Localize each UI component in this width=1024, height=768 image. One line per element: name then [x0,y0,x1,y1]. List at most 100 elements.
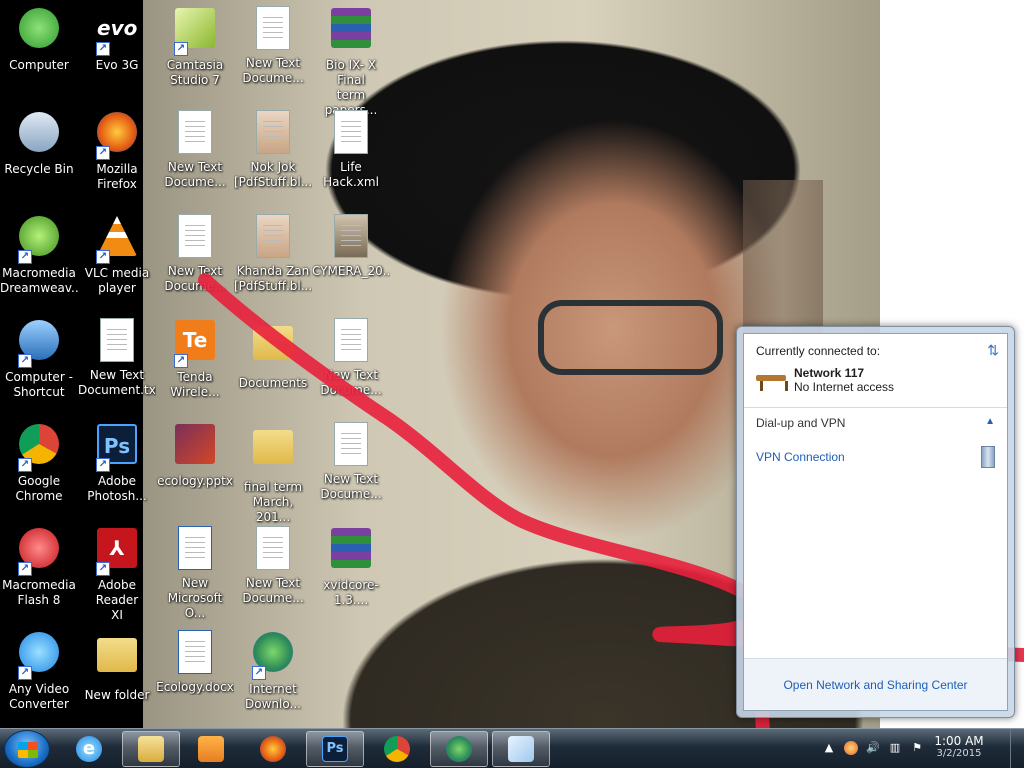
desktop-icon-label: Bio IX- X Final term papers... [325,58,378,117]
desktop-icon[interactable]: ⅄ ↗ Adobe Reader XI [78,526,156,623]
pdf-icon [250,214,296,260]
text-document-icon [250,526,296,572]
desktop-icon[interactable]: evo ↗ Evo 3G [78,6,156,73]
desktop-icon[interactable]: New Text Docume... [156,110,234,190]
taskbar-internet-download-manager[interactable] [430,731,488,767]
start-button[interactable] [4,730,50,768]
desktop-icon[interactable]: ↗ Macromedia Flash 8 [0,526,78,608]
network-flyout: Currently connected to: ⇅ Network 117 No… [736,326,1015,718]
vpn-connection-link[interactable]: VPN Connection [756,450,845,464]
desktop-icon-label: Nok Jok [PdfStuff.bl... [234,160,312,189]
folder-icon [250,326,296,372]
desktop-icon[interactable]: New folder [78,630,156,703]
taskbar-photoshop[interactable]: Ps [306,731,364,767]
show-hidden-icons-icon[interactable]: ▲ [822,741,836,755]
taskbar-notepad[interactable] [492,731,550,767]
desktop-icon-label: Macromedia Flash 8 [2,578,76,607]
desktop-icon[interactable]: ↗ Internet Downlo... [234,630,312,712]
winrar-archive-icon [328,8,374,54]
desktop-icon-label: Google Chrome [15,474,63,503]
taskbar-chrome[interactable] [368,731,426,767]
desktop-icon-label: Macromedia Dreamweav... [0,266,78,295]
shortcut-arrow-icon: ↗ [18,458,32,472]
taskbar-media-player[interactable] [182,731,240,767]
action-center-flag-icon[interactable]: ⚑ [910,741,924,755]
taskbar-clock[interactable]: 1:00 AM 3/2/2015 [924,734,994,759]
desktop-icon[interactable]: Bio IX- X Final term papers... [312,6,390,118]
taskbar: e Ps ▲ 🔊 ▥ ⚑ 1:00 AM 3/2/2015 [0,728,1024,768]
desktop-icon-label: Computer - Shortcut [5,370,73,399]
desktop-icon[interactable]: ↗ Any Video Converter [0,630,78,712]
desktop-icon[interactable]: New Text Document.txt [78,318,156,398]
desktop-icon-label: New folder [84,688,150,702]
desktop-icon[interactable]: New Text Docume... [234,6,312,86]
shortcut-arrow-icon: ↗ [96,250,110,264]
public-network-bench-icon [756,369,788,391]
vpn-server-icon [981,446,995,468]
shortcut-arrow-icon: ↗ [174,42,188,56]
text-document-icon [94,318,140,364]
network-flyout-panel: Currently connected to: ⇅ Network 117 No… [743,333,1008,711]
desktop-icon-label: Evo 3G [95,58,139,72]
desktop-icon-label: VLC media player [84,266,150,295]
shortcut-arrow-icon: ↗ [18,250,32,264]
internet-explorer-icon: e [76,736,102,762]
vpn-connection-item[interactable]: VPN Connection [756,446,995,468]
dialup-header[interactable]: Dial-up and VPN ▲ [756,416,995,430]
desktop-icon-label: Camtasia Studio 7 [166,58,224,87]
chevron-up-icon[interactable]: ▲ [985,416,995,430]
desktop-icon-label: Computer [9,58,69,72]
desktop-icon[interactable]: xvidcore-1.3.... [312,526,390,608]
desktop-icon[interactable]: final term March, 201... [234,422,312,525]
tray-app-icon[interactable] [844,741,858,755]
taskbar-firefox[interactable] [244,731,302,767]
connected-heading: Currently connected to: [756,344,881,358]
desktop-icon[interactable]: New Text Docume... [156,214,234,294]
chrome-icon: ↗ [16,424,62,472]
desktop-icon[interactable]: CYMERA_20... [312,214,390,279]
network-entry[interactable]: Network 117 No Internet access [756,366,995,394]
network-icon[interactable]: ▥ [888,741,902,755]
desktop-icon[interactable]: ↗ Camtasia Studio 7 [156,6,234,88]
text-document-icon [328,422,374,468]
desktop-icon[interactable]: Documents [234,318,312,391]
desktop-icon[interactable]: New Text Docume... [312,422,390,502]
desktop-icon[interactable]: Life Hack.xml [312,110,390,190]
desktop-icon[interactable]: Khanda Zan [PdfStuff.bl... [234,214,312,294]
photoshop-icon: Ps ↗ [94,424,140,472]
desktop-icon[interactable]: New Microsoft O... [156,526,234,621]
desktop-icon[interactable]: ↗ Computer - Shortcut [0,318,78,400]
desktop-icon[interactable]: New Text Docume... [234,526,312,606]
taskbar-internet-explorer[interactable]: e [60,731,118,767]
taskbar-windows-explorer[interactable] [122,731,180,767]
show-desktop-button[interactable] [1010,729,1024,768]
flash-icon: ↗ [16,528,62,576]
windows-explorer-icon [138,736,164,762]
desktop-icon[interactable]: New Text Docume... [312,318,390,398]
volume-icon[interactable]: 🔊 [866,741,880,755]
network-status: No Internet access [794,380,895,394]
desktop-icon[interactable]: ↗ VLC media player [78,214,156,296]
desktop-icon[interactable]: ecology.pptx [156,422,234,489]
vlc-icon: ↗ [94,216,140,264]
desktop-icon[interactable]: Ps ↗ Adobe Photosh... [78,422,156,504]
chrome-icon [384,736,410,762]
xml-icon [328,110,374,156]
desktop-icon[interactable]: Computer [0,6,78,73]
desktop-icon[interactable]: Recycle Bin [0,110,78,177]
open-network-sharing-center-link[interactable]: Open Network and Sharing Center [783,678,967,692]
flyout-footer: Open Network and Sharing Center [744,658,1007,710]
desktop-icon-label: Any Video Converter [8,682,70,711]
desktop-icon[interactable]: Ecology.docx [156,630,234,695]
refresh-icon[interactable]: ⇅ [987,342,999,359]
desktop-icon[interactable]: Nok Jok [PdfStuff.bl... [234,110,312,190]
desktop-icon[interactable]: Te ↗ Tenda Wirele... [156,318,234,400]
video-converter-icon: ↗ [16,632,62,680]
shortcut-arrow-icon: ↗ [174,354,188,368]
text-document-icon [172,110,218,156]
desktop-icon[interactable]: ↗ Google Chrome [0,422,78,504]
tenda-icon: Te ↗ [172,320,218,368]
desktop-icon[interactable]: ↗ Mozilla Firefox [78,110,156,192]
desktop-icon[interactable]: ↗ Macromedia Dreamweav... [0,214,78,296]
firefox-icon: ↗ [94,112,140,160]
